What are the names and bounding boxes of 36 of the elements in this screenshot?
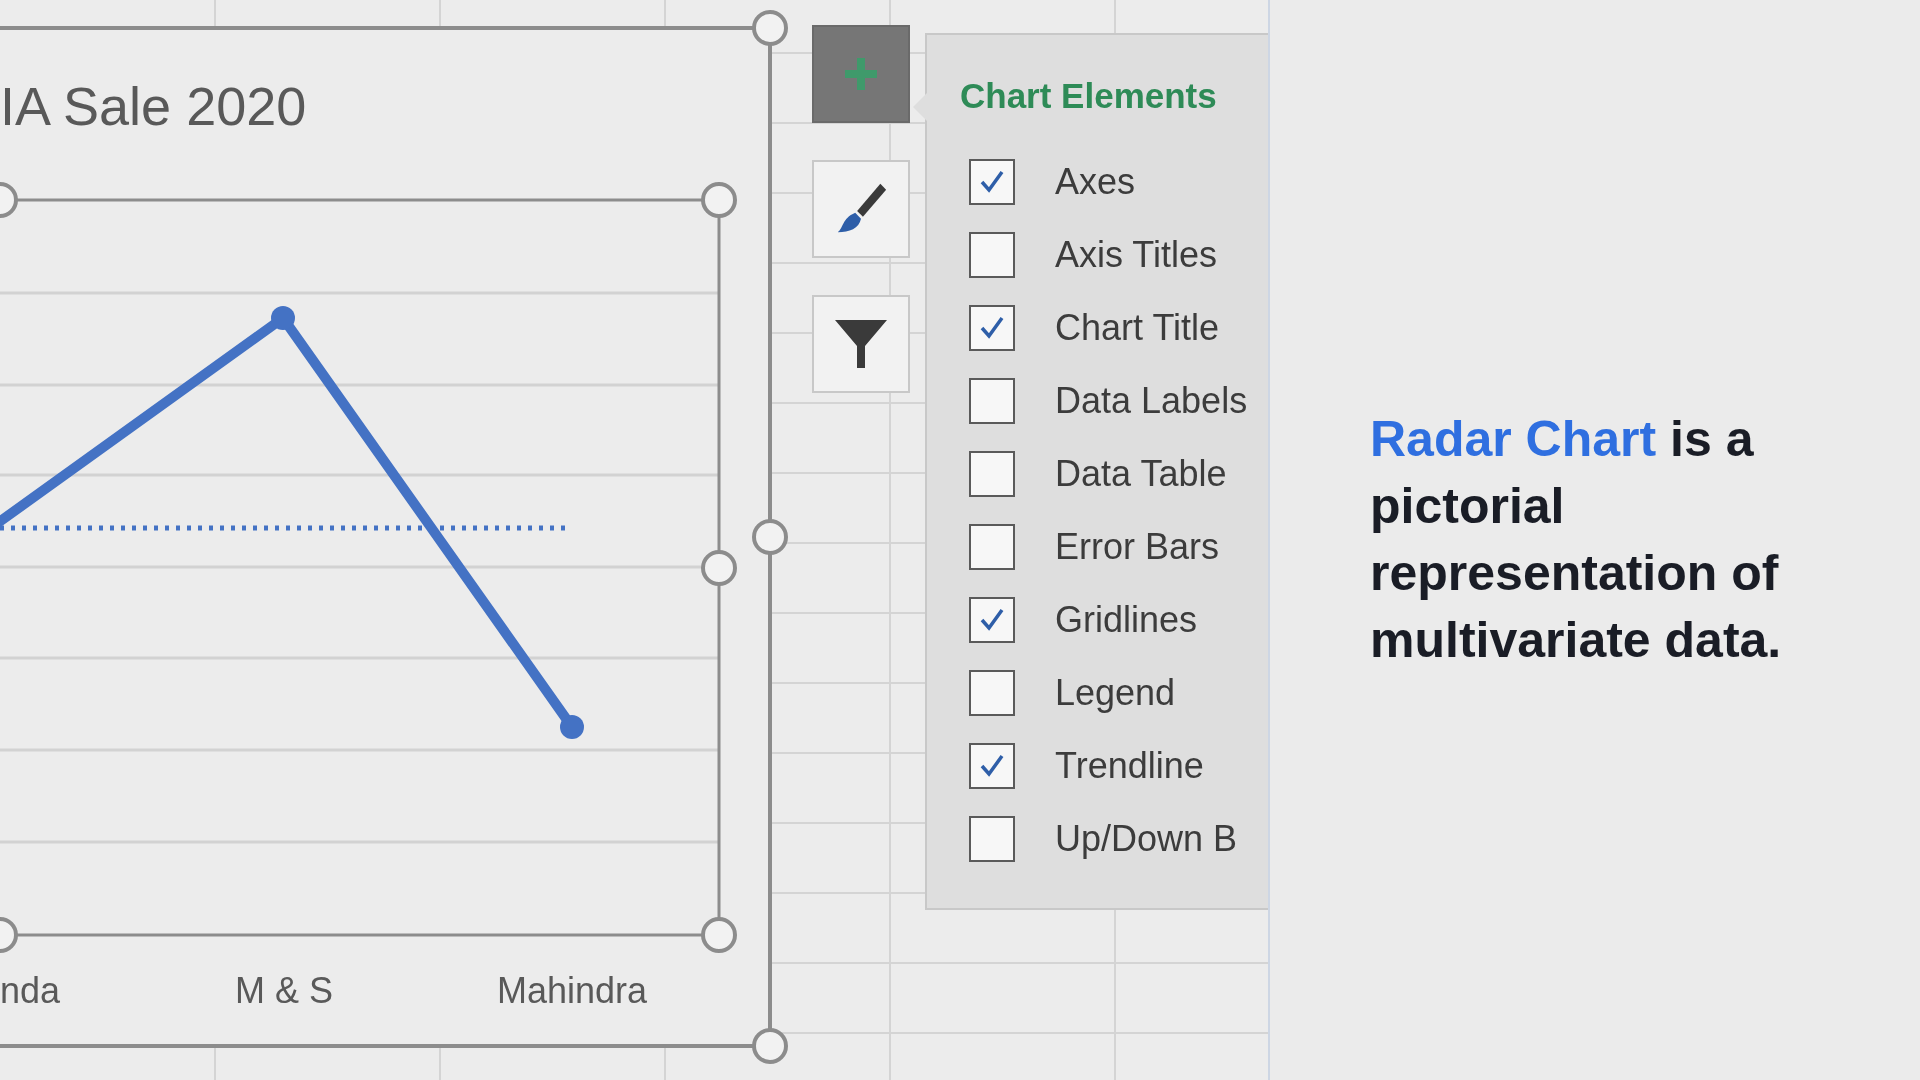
checkbox[interactable] (969, 450, 1015, 497)
chart-title: IA Sale 2020 (0, 76, 307, 136)
checkbox-label: Data Table (1055, 452, 1227, 495)
checkbox-label: Trendline (1055, 744, 1204, 787)
checkbox-label: Error Bars (1055, 525, 1220, 568)
checkbox-label: Axes (1055, 160, 1136, 203)
checkbox[interactable] (969, 669, 1015, 716)
caption-text: Radar Chart is a pictorial representation of multivariate data. (1370, 410, 1783, 670)
checkbox-label: Data Labels (1055, 379, 1248, 422)
checkbox-label: Gridlines (1055, 598, 1198, 641)
checkbox-label: Legend (1055, 671, 1176, 714)
axis-label: nda (0, 970, 61, 1011)
checkbox-label: Up/Down B (1055, 817, 1238, 860)
chart-filter-button[interactable] (812, 295, 910, 393)
panel-title: Chart Elements (960, 75, 1218, 117)
resize-handle[interactable] (752, 519, 788, 555)
axis-label: Mahindra (496, 970, 648, 1011)
checkbox[interactable] (969, 815, 1015, 862)
checkbox-label: Axis Titles (1055, 233, 1218, 276)
resize-handle[interactable] (701, 182, 737, 218)
chart-style-button[interactable] (812, 160, 910, 258)
resize-handle[interactable] (0, 917, 18, 953)
resize-handle[interactable] (0, 182, 18, 218)
checkbox[interactable] (969, 231, 1015, 278)
resize-handle[interactable] (752, 1028, 788, 1064)
checkbox[interactable] (969, 377, 1015, 424)
resize-handle[interactable] (701, 550, 737, 586)
checkbox[interactable] (969, 596, 1015, 643)
checkbox[interactable] (969, 742, 1015, 789)
resize-handle[interactable] (701, 917, 737, 953)
checkbox-label: Chart Title (1055, 306, 1220, 349)
resize-handle[interactable] (752, 10, 788, 46)
axis-label: M & S (235, 970, 333, 1011)
checkbox[interactable] (969, 158, 1015, 205)
checkbox[interactable] (969, 304, 1015, 351)
checkbox[interactable] (969, 523, 1015, 570)
